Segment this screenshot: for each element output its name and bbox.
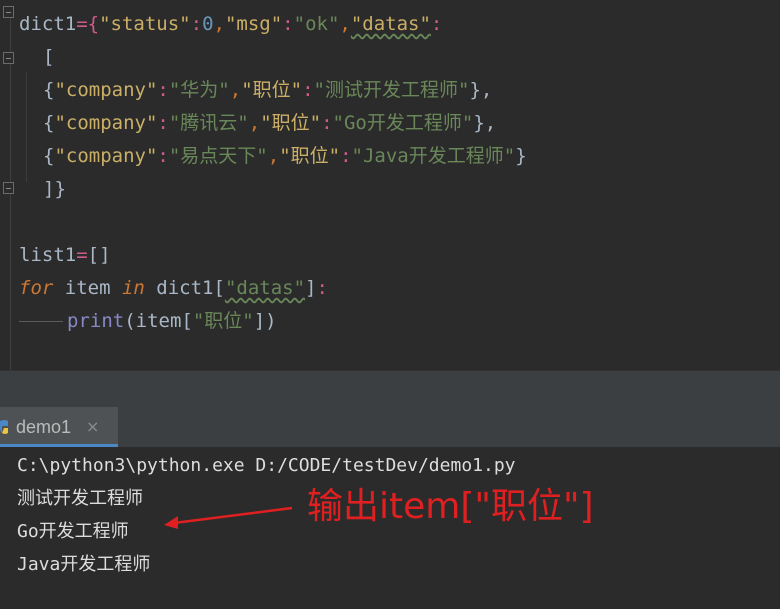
code-token: { bbox=[43, 112, 55, 134]
code-token: "company" bbox=[54, 79, 158, 101]
console-output-line: 测试开发工程师 bbox=[17, 488, 143, 509]
run-tab-demo1[interactable]: demo1 × bbox=[0, 407, 118, 447]
panel-gap bbox=[0, 371, 780, 407]
fold-collapse-icon[interactable] bbox=[3, 52, 14, 64]
code-token: , bbox=[267, 145, 280, 167]
code-token: "status" bbox=[99, 13, 191, 35]
tab-label: demo1 bbox=[16, 417, 72, 437]
code-token: [] bbox=[87, 244, 111, 266]
code-token: dict1[ bbox=[144, 277, 225, 299]
code-token: : bbox=[157, 145, 169, 167]
code-token: "company" bbox=[54, 145, 158, 167]
code-token: : bbox=[302, 79, 314, 101]
code-token: = bbox=[76, 244, 88, 266]
code-token: "腾讯云" bbox=[168, 112, 249, 134]
code-token: ]} bbox=[43, 178, 66, 200]
code-token: "华为" bbox=[168, 79, 230, 101]
code-token: "ok" bbox=[293, 13, 340, 35]
code-token: { bbox=[43, 79, 55, 101]
fold-collapse-icon[interactable] bbox=[3, 6, 14, 18]
code-token: , bbox=[248, 112, 261, 134]
code-token: : bbox=[157, 112, 169, 134]
code-token: : bbox=[321, 112, 333, 134]
console-output-line: Java开发工程师 bbox=[17, 554, 151, 575]
code-token: ] bbox=[305, 277, 317, 299]
code-token: : bbox=[430, 13, 443, 35]
code-token: { bbox=[43, 145, 55, 167]
code-line-9[interactable]: for item in dict1["datas"]: bbox=[19, 272, 328, 305]
code-token: }, bbox=[473, 112, 497, 134]
indent-tab-marker bbox=[19, 321, 63, 322]
annotation-arrow-icon bbox=[164, 506, 293, 529]
code-token: "Go开发工程师" bbox=[332, 112, 474, 134]
code-line-6[interactable]: ]} bbox=[43, 173, 66, 206]
code-token: for bbox=[19, 277, 54, 299]
code-token: "职位" bbox=[260, 112, 322, 134]
code-token: print bbox=[67, 310, 125, 332]
code-token: "易点天下" bbox=[168, 145, 268, 167]
code-line-1[interactable]: dict1={"status":0,"msg":"ok","datas": bbox=[19, 8, 442, 41]
code-token: 0 bbox=[202, 13, 214, 35]
code-token: "Java开发工程师" bbox=[351, 145, 516, 167]
code-token: list1 bbox=[19, 244, 77, 266]
code-token: "datas" bbox=[350, 13, 431, 35]
code-editor[interactable]: dict1={"status":0,"msg":"ok","datas": [ … bbox=[0, 0, 780, 370]
code-token: in bbox=[121, 277, 145, 299]
code-token: , bbox=[229, 79, 242, 101]
code-token: , bbox=[339, 13, 351, 35]
run-tool-window-header: demo1 × bbox=[0, 407, 780, 448]
console-output-line: Go开发工程师 bbox=[17, 521, 129, 542]
code-line-5[interactable]: {"company":"易点天下","职位":"Java开发工程师"} bbox=[43, 140, 527, 173]
code-token: "职位" bbox=[241, 79, 303, 101]
code-token: "datas" bbox=[224, 277, 306, 299]
code-token: : bbox=[157, 79, 169, 101]
code-token: (item[ bbox=[124, 310, 193, 332]
code-token: : bbox=[190, 13, 203, 35]
code-line-10[interactable]: print(item["职位"]) bbox=[67, 305, 277, 338]
editor-gutter bbox=[0, 0, 18, 370]
code-token: "msg" bbox=[224, 13, 283, 35]
code-line-4[interactable]: {"company":"腾讯云","职位":"Go开发工程师"}, bbox=[43, 107, 496, 140]
code-token: , bbox=[213, 13, 225, 35]
code-token: "company" bbox=[54, 112, 158, 134]
code-token: "测试开发工程师" bbox=[313, 79, 470, 101]
annotation-label: 输出item["职位"] bbox=[307, 486, 594, 527]
code-token: }, bbox=[469, 79, 493, 101]
code-line-3[interactable]: {"company":"华为","职位":"测试开发工程师"}, bbox=[43, 74, 492, 107]
code-token: dict1 bbox=[19, 13, 77, 35]
close-icon[interactable]: × bbox=[86, 407, 99, 447]
console-command-line: C:\python3\python.exe D:/CODE/testDev/de… bbox=[17, 455, 516, 476]
indent-guide bbox=[26, 72, 27, 182]
code-token: : bbox=[340, 145, 352, 167]
code-line-2[interactable]: [ bbox=[43, 41, 54, 74]
code-token: [ bbox=[43, 46, 55, 68]
code-token: "职位" bbox=[192, 310, 254, 332]
code-token: ={ bbox=[76, 13, 100, 35]
code-token: ]) bbox=[253, 310, 277, 332]
code-token: "职位" bbox=[279, 145, 341, 167]
fold-end-icon[interactable] bbox=[3, 182, 14, 194]
code-token: : bbox=[316, 277, 328, 299]
code-token: item bbox=[53, 277, 122, 299]
python-icon bbox=[0, 420, 8, 434]
code-token: : bbox=[282, 13, 294, 35]
code-token: } bbox=[515, 145, 527, 167]
code-line-8[interactable]: list1=[] bbox=[19, 239, 111, 272]
